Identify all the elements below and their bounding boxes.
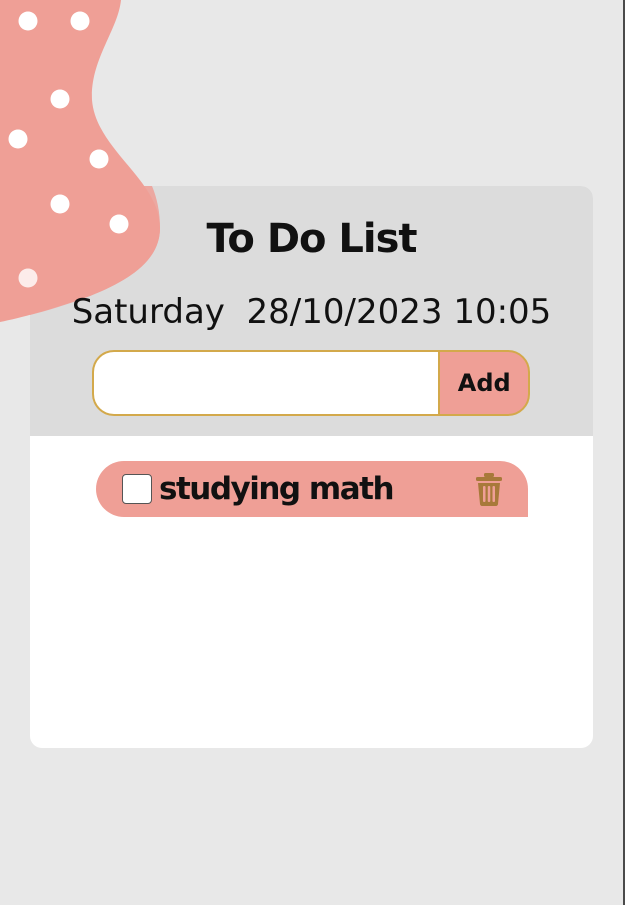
add-task-form: Add (92, 350, 530, 416)
current-datetime: Saturday 28/10/2023 10:05 (30, 292, 593, 332)
todo-text: studying math (159, 471, 395, 507)
decorative-blob (0, 0, 160, 322)
todo-item: studying math (96, 461, 528, 517)
todo-checkbox[interactable] (122, 474, 152, 504)
date-label: 28/10/2023 (246, 292, 443, 332)
add-button[interactable]: Add (438, 350, 530, 416)
day-label: Saturday (71, 292, 225, 332)
time-label: 10:05 (453, 292, 552, 332)
trash-icon[interactable] (474, 472, 504, 506)
task-input[interactable] (92, 350, 439, 416)
page-title: To Do List (206, 216, 417, 262)
